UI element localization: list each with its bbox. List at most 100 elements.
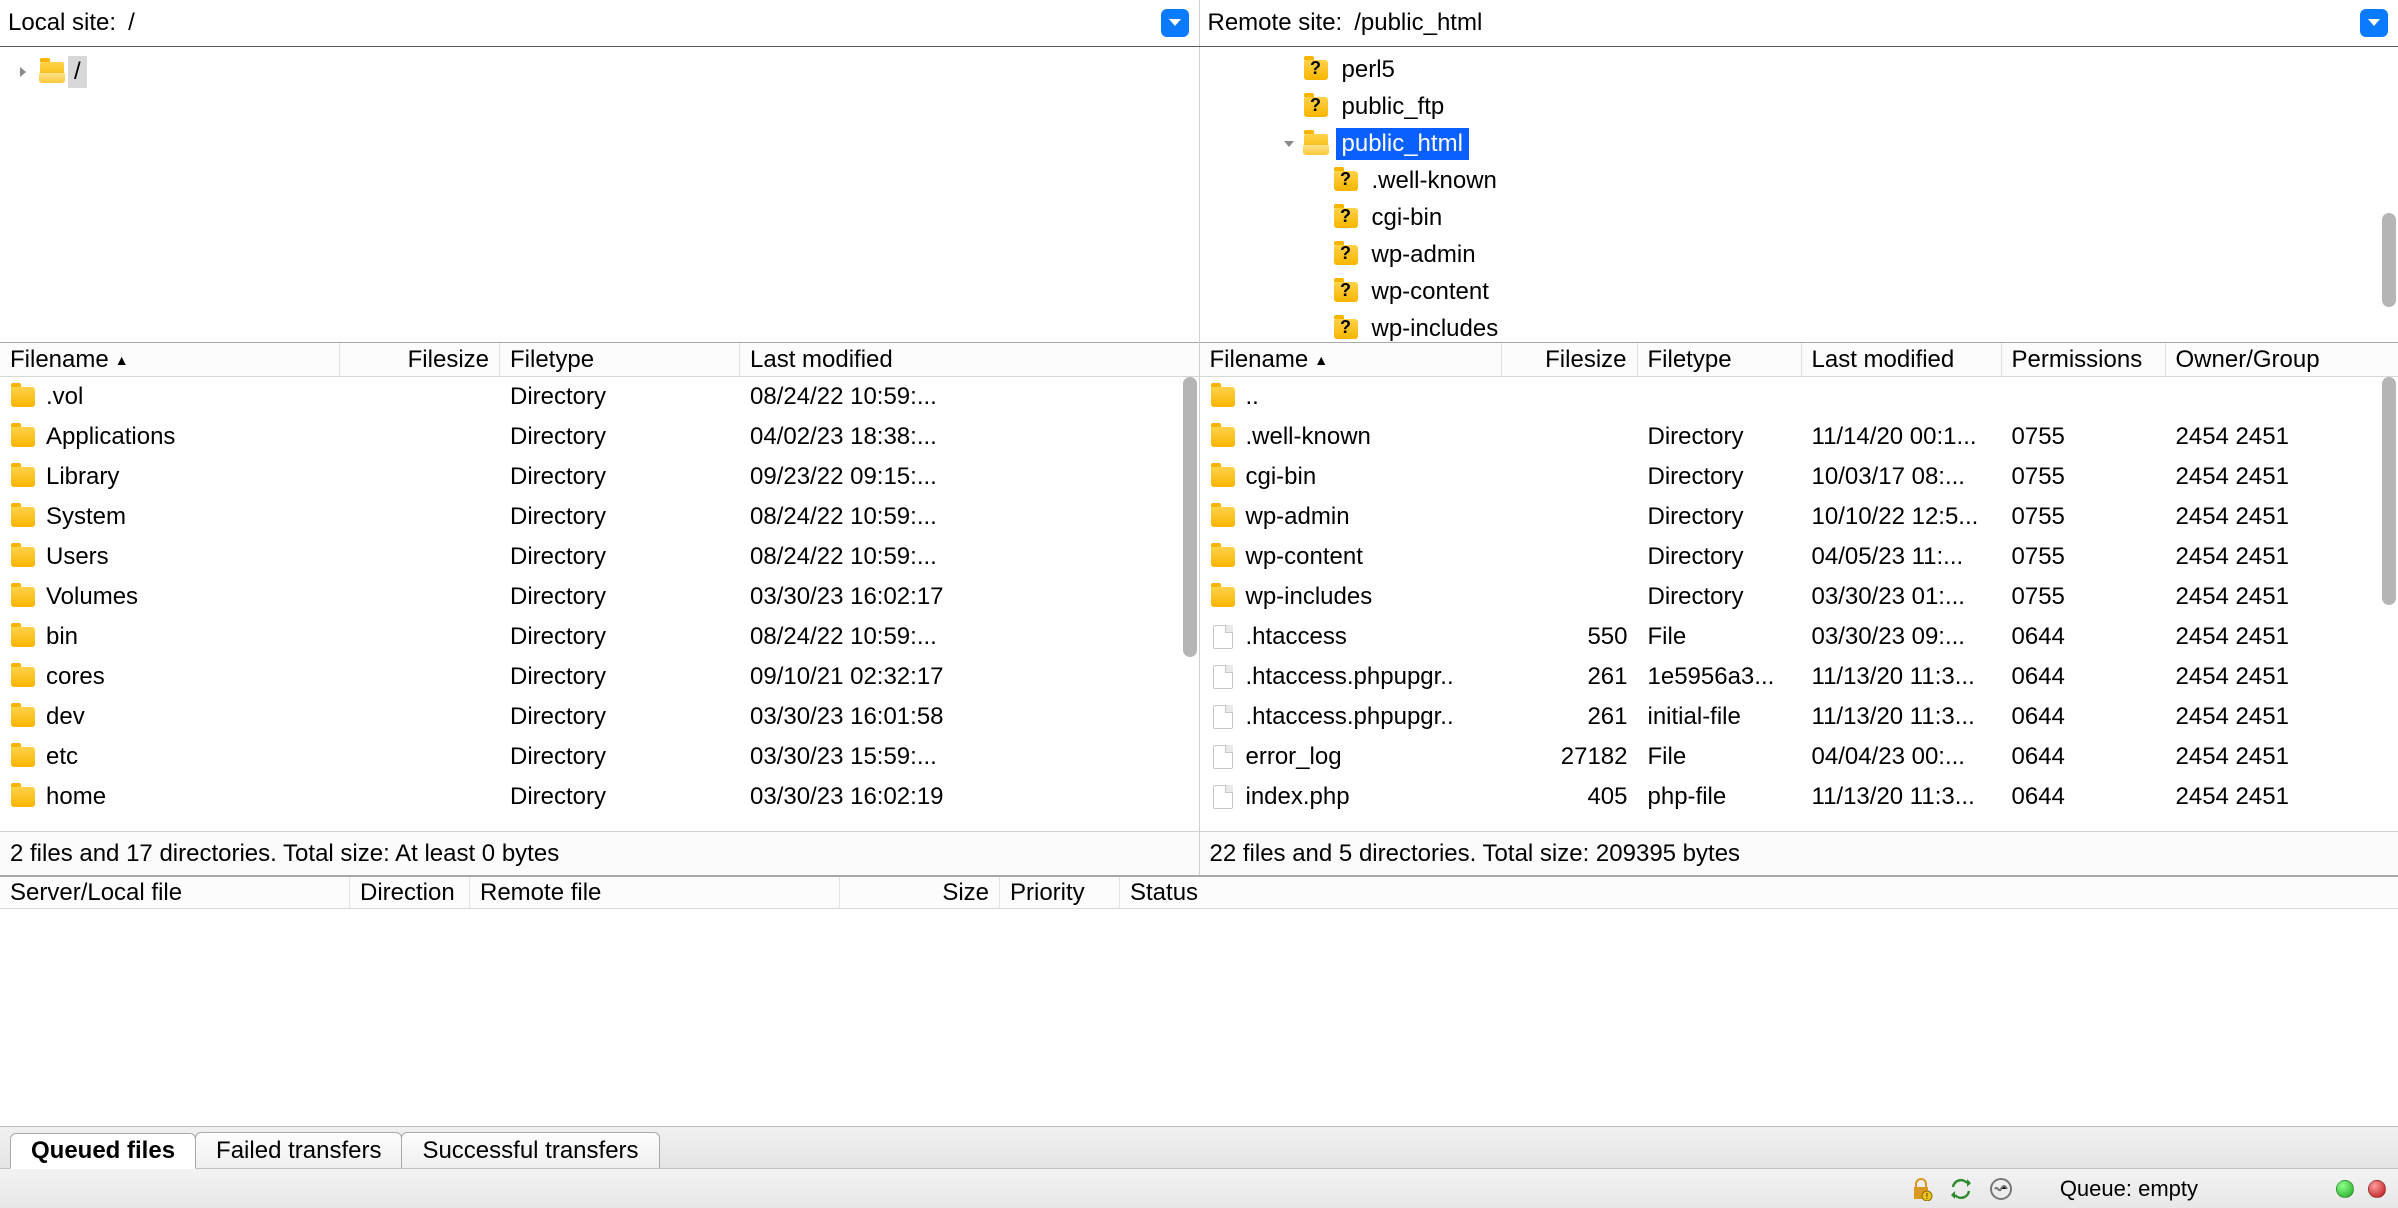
scrollbar-thumb[interactable] — [2382, 377, 2396, 605]
list-row[interactable]: wp-contentDirectory04/05/23 11:...075524… — [1200, 537, 2398, 577]
activity-indicator-icon[interactable] — [1988, 1176, 2014, 1202]
cell-lastmodified: 03/30/23 09:... — [1802, 623, 2002, 651]
cell-filename: wp-admin — [1200, 503, 1502, 531]
remote-site-input[interactable] — [1350, 6, 2390, 40]
folder-icon — [1211, 467, 1235, 487]
connection-indicator-red[interactable] — [2368, 1180, 2386, 1198]
cell-lastmodified: 11/13/20 11:3... — [1802, 783, 2002, 811]
tree-item-label: wp-admin — [1366, 239, 1482, 271]
cell-filetype: Directory — [500, 743, 740, 771]
folder-unknown-icon — [1334, 282, 1358, 302]
column-header-filesize[interactable]: Filesize — [340, 343, 500, 376]
column-label: Filetype — [510, 346, 594, 374]
list-row[interactable]: LibraryDirectory09/23/22 09:15:... — [0, 457, 1199, 497]
local-site-combo[interactable] — [124, 6, 1190, 40]
filename-text: .htaccess.phpupgr.. — [1246, 663, 1454, 691]
column-header-filetype[interactable]: Filetype — [500, 343, 740, 376]
column-header-filesize[interactable]: Filesize — [1502, 343, 1638, 376]
tab-queued-files[interactable]: Queued files — [10, 1133, 196, 1169]
scrollbar-thumb[interactable] — [1183, 377, 1197, 657]
list-row[interactable]: .well-knownDirectory11/14/20 00:1...0755… — [1200, 417, 2398, 457]
list-row[interactable]: VolumesDirectory03/30/23 16:02:17 — [0, 577, 1199, 617]
tab-failed-transfers[interactable]: Failed transfers — [195, 1132, 402, 1168]
chevron-down-icon[interactable] — [1280, 138, 1298, 150]
tree-row[interactable]: / — [0, 53, 1199, 90]
list-row[interactable]: cgi-binDirectory10/03/17 08:...07552454 … — [1200, 457, 2398, 497]
list-row[interactable]: .. — [1200, 377, 2398, 417]
list-row[interactable]: .volDirectory08/24/22 10:59:... — [0, 377, 1199, 417]
remote-site-combo[interactable] — [1350, 6, 2390, 40]
connection-indicator-green[interactable] — [2336, 1180, 2354, 1198]
queue-column-remote[interactable]: Remote file — [470, 877, 840, 908]
tab-successful-transfers[interactable]: Successful transfers — [401, 1132, 659, 1168]
column-header-filename[interactable]: Filename ▲ — [0, 343, 340, 376]
transfer-queue-header[interactable]: Server/Local file Direction Remote file … — [0, 877, 2398, 909]
list-row[interactable]: etcDirectory03/30/23 15:59:... — [0, 737, 1199, 777]
cell-filename: wp-content — [1200, 543, 1502, 571]
remote-list-header[interactable]: Filename ▲ Filesize Filetype Last modifi… — [1200, 343, 2398, 377]
tree-item-label: wp-content — [1366, 276, 1495, 308]
local-site-dropdown-button[interactable] — [1161, 9, 1189, 37]
column-label: Status — [1130, 879, 1198, 907]
list-row[interactable]: coresDirectory09/10/21 02:32:17 — [0, 657, 1199, 697]
tree-row[interactable]: wp-includes — [1200, 310, 2398, 343]
tab-label: Failed transfers — [216, 1137, 381, 1165]
tree-row[interactable]: .well-known — [1200, 162, 2398, 199]
queue-column-direction[interactable]: Direction — [350, 877, 470, 908]
folder-icon — [1211, 387, 1235, 407]
queue-column-size[interactable]: Size — [840, 877, 1000, 908]
sync-arrows-icon[interactable] — [1948, 1176, 1974, 1202]
tree-item-label: public_ftp — [1336, 91, 1451, 123]
chevron-right-icon[interactable] — [14, 66, 32, 78]
column-header-filename[interactable]: Filename ▲ — [1200, 343, 1502, 376]
list-row[interactable]: .htaccess.phpupgr..261initial-file11/13/… — [1200, 697, 2398, 737]
file-icon — [1213, 785, 1233, 809]
queue-column-priority[interactable]: Priority — [1000, 877, 1120, 908]
queue-column-status[interactable]: Status — [1120, 877, 2398, 908]
remote-directory-tree[interactable]: perl5public_ftppublic_html.well-knowncgi… — [1200, 47, 2398, 343]
column-header-filetype[interactable]: Filetype — [1638, 343, 1802, 376]
lock-warning-icon[interactable]: ! — [1908, 1176, 1934, 1202]
list-row[interactable]: ApplicationsDirectory04/02/23 18:38:... — [0, 417, 1199, 457]
remote-site-dropdown-button[interactable] — [2360, 9, 2388, 37]
list-row[interactable]: devDirectory03/30/23 16:01:58 — [0, 697, 1199, 737]
local-file-list[interactable]: .volDirectory08/24/22 10:59:...Applicati… — [0, 377, 1199, 831]
column-header-permissions[interactable]: Permissions — [2002, 343, 2166, 376]
list-row[interactable]: .htaccess550File03/30/23 09:...06442454 … — [1200, 617, 2398, 657]
column-header-lastmodified[interactable]: Last modified — [1802, 343, 2002, 376]
list-row[interactable]: homeDirectory03/30/23 16:02:19 — [0, 777, 1199, 817]
transfer-queue-body[interactable] — [0, 909, 2398, 1126]
queue-column-file[interactable]: Server/Local file — [0, 877, 350, 908]
local-directory-tree[interactable]: / — [0, 47, 1199, 343]
tree-row[interactable]: public_ftp — [1200, 88, 2398, 125]
tree-row[interactable]: perl5 — [1200, 51, 2398, 88]
tree-row[interactable]: cgi-bin — [1200, 199, 2398, 236]
folder-icon — [11, 427, 35, 447]
local-site-input[interactable] — [124, 6, 1190, 40]
tree-row[interactable]: wp-content — [1200, 273, 2398, 310]
folder-icon — [11, 387, 35, 407]
list-row[interactable]: wp-adminDirectory10/10/22 12:5...0755245… — [1200, 497, 2398, 537]
column-header-owner[interactable]: Owner/Group — [2166, 343, 2398, 376]
folder-icon — [1211, 547, 1235, 567]
tree-row[interactable]: public_html — [1200, 125, 2398, 162]
list-row[interactable]: .htaccess.phpupgr..2611e5956a3...11/13/2… — [1200, 657, 2398, 697]
cell-permissions: 0755 — [2002, 583, 2166, 611]
tree-row[interactable]: wp-admin — [1200, 236, 2398, 273]
list-row[interactable]: binDirectory08/24/22 10:59:... — [0, 617, 1199, 657]
list-row[interactable]: index.php405php-file11/13/20 11:3...0644… — [1200, 777, 2398, 817]
folder-icon — [11, 747, 35, 767]
list-row[interactable]: wp-includesDirectory03/30/23 01:...07552… — [1200, 577, 2398, 617]
app-root: Local site: Remote site: — [0, 0, 2398, 1208]
local-list-header[interactable]: Filename ▲ Filesize Filetype Last modifi… — [0, 343, 1199, 377]
list-row[interactable]: UsersDirectory08/24/22 10:59:... — [0, 537, 1199, 577]
remote-file-list[interactable]: ...well-knownDirectory11/14/20 00:1...07… — [1200, 377, 2398, 831]
list-row[interactable]: SystemDirectory08/24/22 10:59:... — [0, 497, 1199, 537]
cell-lastmodified: 03/30/23 16:02:17 — [740, 583, 1199, 611]
list-row[interactable]: error_log27182File04/04/23 00:...0644245… — [1200, 737, 2398, 777]
column-header-lastmodified[interactable]: Last modified — [740, 343, 1199, 376]
cell-owner: 2454 2451 — [2166, 623, 2398, 651]
scrollbar-thumb[interactable] — [2382, 213, 2396, 307]
cell-lastmodified: 04/04/23 00:... — [1802, 743, 2002, 771]
cell-filename: Applications — [0, 423, 340, 451]
